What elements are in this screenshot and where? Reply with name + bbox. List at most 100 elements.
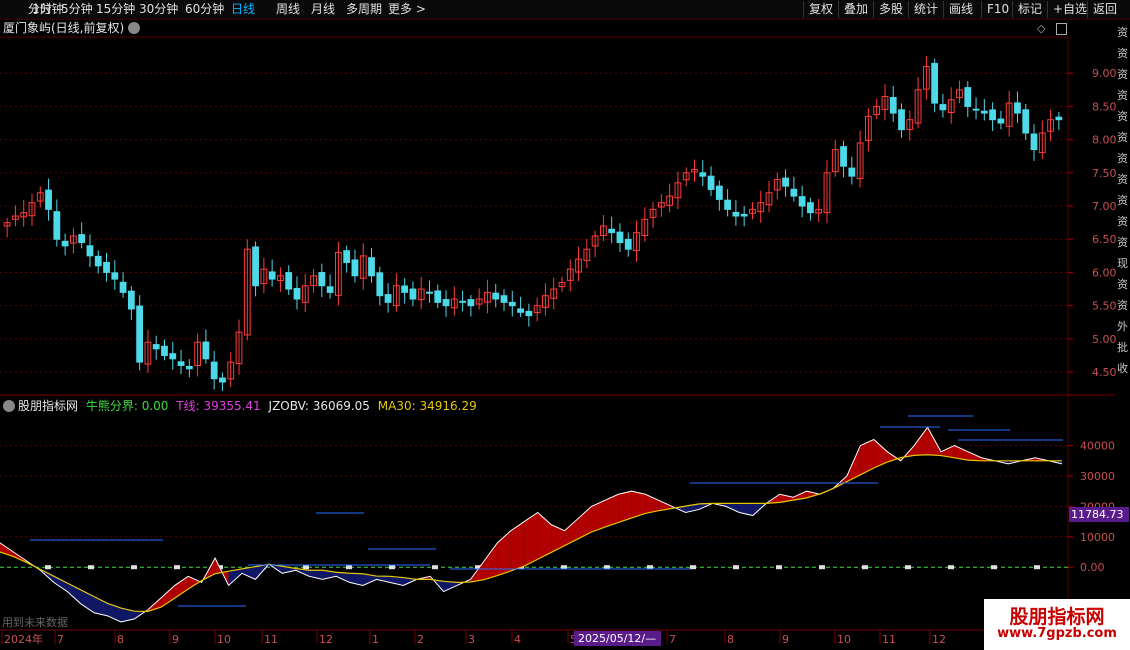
side-panel-char[interactable]: 资 xyxy=(1117,234,1128,250)
candle-body xyxy=(715,185,723,200)
candle-body xyxy=(508,301,516,307)
side-panel-char[interactable]: 外 xyxy=(1117,318,1128,334)
price-tick-label: 8.50 xyxy=(1092,100,1117,113)
candle-body xyxy=(86,245,94,257)
candle-body xyxy=(210,361,218,380)
indicator-tick-label: 0.00 xyxy=(1080,561,1105,574)
side-panel-char[interactable]: 资 xyxy=(1117,66,1128,82)
zero-marker xyxy=(991,565,997,570)
candle-body xyxy=(169,353,177,360)
candle-body xyxy=(724,199,732,210)
side-panel-char[interactable]: 资 xyxy=(1117,24,1128,40)
candle-body xyxy=(127,290,135,310)
candle-body xyxy=(898,109,905,131)
candle-body xyxy=(185,365,193,370)
side-panel-char[interactable]: 批 xyxy=(1117,339,1128,355)
candle-body xyxy=(848,167,856,177)
candle-body xyxy=(807,202,814,214)
candle-body xyxy=(972,108,980,111)
x-axis-label: 12 xyxy=(932,633,946,646)
candle-body xyxy=(119,281,127,293)
candle-body xyxy=(459,300,467,303)
zero-marker xyxy=(432,565,438,570)
zero-marker xyxy=(819,565,825,570)
candle-body xyxy=(61,240,69,247)
side-panel-char[interactable]: 资 xyxy=(1117,87,1128,103)
candle-body xyxy=(790,188,798,197)
candle-body xyxy=(500,295,508,303)
side-panel-char[interactable]: 资 xyxy=(1117,129,1128,145)
x-axis-label: 12 xyxy=(319,633,333,646)
side-panel-char[interactable]: 资 xyxy=(1117,276,1128,292)
cursor-date: 2025/05/12/— xyxy=(574,631,661,646)
x-axis-label: 7 xyxy=(57,633,64,646)
candle-body xyxy=(931,62,939,104)
zero-marker xyxy=(1034,565,1040,570)
chart-canvas: 9.00 8.50 8.00 7.50 7.00 6.50 6.00 5.50 5.00 4.50… xyxy=(0,36,1117,646)
obv-fill xyxy=(483,542,498,580)
zero-marker xyxy=(905,565,911,570)
zero-marker xyxy=(131,565,137,570)
candle-body xyxy=(152,344,160,350)
side-panel-char[interactable]: 收 xyxy=(1117,360,1128,376)
x-axis-label: 2024年 xyxy=(4,632,43,646)
zero-marker xyxy=(690,565,696,570)
x-axis-label: 4 xyxy=(514,633,521,646)
zero-marker xyxy=(733,565,739,570)
side-panel-char[interactable]: 现 xyxy=(1117,255,1128,271)
candle-body xyxy=(434,290,442,303)
candle-body xyxy=(980,110,988,114)
candle-body xyxy=(782,177,789,187)
x-axis-label: 11 xyxy=(264,633,278,646)
label-ma30: MA30: 34916.29 xyxy=(377,399,477,413)
x-axis-label: 8 xyxy=(727,633,734,646)
candle-body xyxy=(351,259,359,277)
zero-marker xyxy=(948,565,954,570)
candle-body xyxy=(740,213,748,217)
zero-marker xyxy=(174,565,180,570)
candle-body xyxy=(318,272,326,287)
candle-body xyxy=(177,361,185,366)
candle-body xyxy=(103,261,110,273)
candle-body xyxy=(343,250,351,263)
candle-body xyxy=(111,272,119,280)
x-axis-label: 8 xyxy=(117,633,124,646)
price-tick-label: 9.00 xyxy=(1092,67,1117,80)
candle-body xyxy=(939,104,947,111)
label-t-line: T线: 39355.41 xyxy=(176,399,261,413)
side-panel-char[interactable]: 资 xyxy=(1117,108,1128,124)
x-axis-label: 9 xyxy=(782,633,789,646)
side-panel-char[interactable]: 资 xyxy=(1117,150,1128,166)
zero-marker xyxy=(303,565,309,570)
candle-body xyxy=(94,255,102,267)
side-panel-char[interactable]: 资 xyxy=(1117,45,1128,61)
price-tick-label: 7.50 xyxy=(1092,167,1117,180)
side-panel-char[interactable]: 资 xyxy=(1117,192,1128,208)
watermark-url: www.7gpzb.com xyxy=(997,626,1117,641)
candle-body xyxy=(840,146,847,167)
side-panel-char[interactable]: 资 xyxy=(1117,171,1128,187)
price-tick-label: 8.00 xyxy=(1092,134,1117,147)
zero-marker xyxy=(45,565,51,570)
indicator-tick-label: 40000 xyxy=(1080,440,1115,453)
side-panel-char[interactable]: 资 xyxy=(1117,213,1128,229)
side-panel-char[interactable]: 资 xyxy=(1117,297,1128,313)
candle-body xyxy=(989,109,997,121)
watermark-title: 股朋指标网 xyxy=(1009,606,1105,628)
x-axis-label: 2 xyxy=(417,633,424,646)
candle-body xyxy=(442,299,450,307)
indicator-tick-label: 30000 xyxy=(1080,470,1115,483)
chevron-down-icon[interactable] xyxy=(3,400,15,412)
indicator-name: 股朋指标网 xyxy=(18,399,79,413)
price-tick-label: 7.00 xyxy=(1092,200,1117,213)
x-axis-label: 1 xyxy=(372,633,379,646)
candle-body xyxy=(1014,102,1021,114)
obv-fill xyxy=(537,512,552,560)
label-bull-bear: 牛熊分界: 0.00 xyxy=(85,399,169,413)
label-jzobv: JZOBV: 36069.05 xyxy=(268,399,370,413)
x-axis-label: 10 xyxy=(837,633,851,646)
candle-body xyxy=(401,285,409,293)
candle-body xyxy=(426,291,433,294)
zero-marker xyxy=(346,565,352,570)
candle-body xyxy=(467,299,475,307)
